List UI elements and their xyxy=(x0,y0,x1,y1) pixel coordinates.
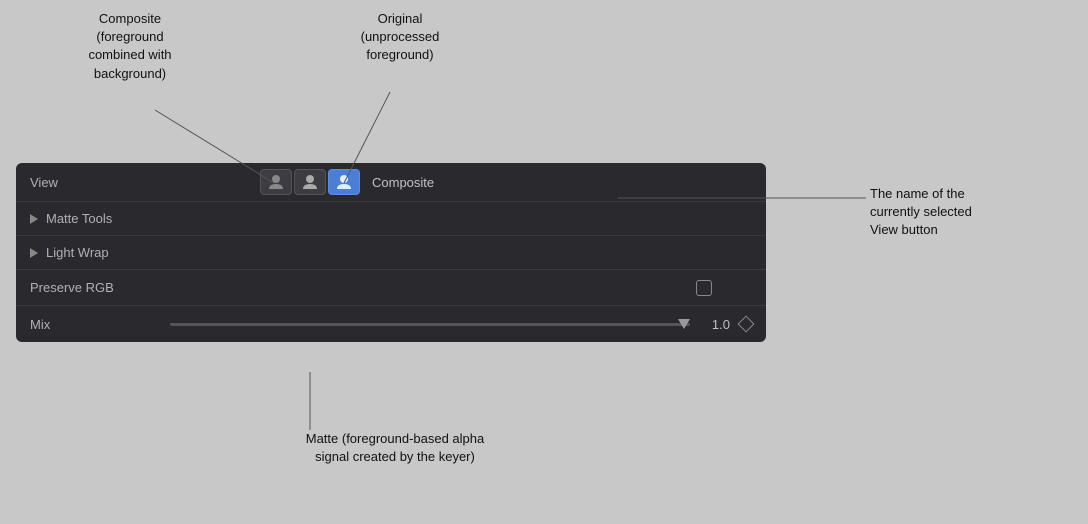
mix-keyframe-diamond[interactable] xyxy=(738,316,755,333)
composite-annotation: Composite(foregroundcombined withbackgro… xyxy=(60,10,200,83)
mix-value: 1.0 xyxy=(700,317,730,332)
matte-tools-triangle xyxy=(30,214,38,224)
matte-annotation: Matte (foreground-based alphasignal crea… xyxy=(265,430,525,466)
view-btn-composite[interactable] xyxy=(328,169,360,195)
view-name-annotation: The name of thecurrently selectedView bu… xyxy=(870,185,1070,240)
mix-slider-track[interactable] xyxy=(170,323,690,326)
preserve-rgb-label: Preserve RGB xyxy=(30,280,160,295)
light-wrap-row[interactable]: Light Wrap xyxy=(16,236,766,270)
view-row: View xyxy=(16,163,766,202)
matte-person-icon xyxy=(267,173,285,191)
light-wrap-triangle xyxy=(30,248,38,258)
preserve-rgb-checkbox[interactable] xyxy=(696,280,712,296)
view-btn-original[interactable] xyxy=(294,169,326,195)
selected-view-name: Composite xyxy=(372,175,434,190)
light-wrap-label: Light Wrap xyxy=(46,245,109,260)
preserve-rgb-row: Preserve RGB xyxy=(16,270,766,306)
preserve-rgb-checkbox-area xyxy=(696,280,712,296)
mix-slider-fill xyxy=(170,323,690,326)
original-person-icon xyxy=(301,173,319,191)
matte-tools-row[interactable]: Matte Tools xyxy=(16,202,766,236)
mix-row: Mix 1.0 xyxy=(16,306,766,342)
original-annotation: Original(unprocessedforeground) xyxy=(335,10,465,65)
view-buttons-group xyxy=(260,169,360,195)
view-label: View xyxy=(30,175,160,190)
composite-person-icon xyxy=(335,173,353,191)
matte-tools-label: Matte Tools xyxy=(46,211,112,226)
view-btn-matte[interactable] xyxy=(260,169,292,195)
mix-slider-thumb[interactable] xyxy=(678,319,690,329)
keyer-panel: View xyxy=(16,163,766,342)
mix-label: Mix xyxy=(30,317,160,332)
